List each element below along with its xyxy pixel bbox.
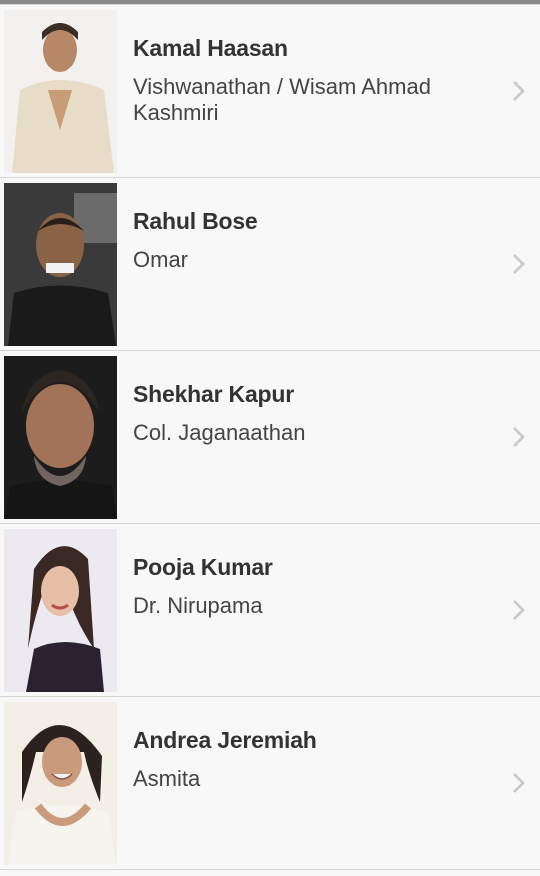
cast-list-item[interactable]: Kamal Haasan Vishwanathan / Wisam Ahmad … xyxy=(0,5,540,178)
cast-name: Rahul Bose xyxy=(133,208,258,234)
cast-role: Asmita xyxy=(133,766,201,791)
cast-list-item[interactable]: Pooja Kumar Dr. Nirupama xyxy=(0,524,540,697)
chevron-right-icon xyxy=(512,426,526,448)
cast-name: Pooja Kumar xyxy=(133,554,273,580)
cast-role: Col. Jaganaathan xyxy=(133,420,306,445)
actor-photo xyxy=(4,356,117,519)
cast-list-item[interactable]: Shekhar Kapur Col. Jaganaathan xyxy=(0,351,540,524)
cast-role: Dr. Nirupama xyxy=(133,593,263,618)
cast-list-item[interactable]: Rahul Bose Omar xyxy=(0,178,540,351)
chevron-right-icon xyxy=(512,253,526,275)
chevron-right-icon xyxy=(512,80,526,102)
actor-photo xyxy=(4,183,117,346)
actor-photo xyxy=(4,10,117,173)
cast-role: Vishwanathan / Wisam Ahmad Kashmiri xyxy=(133,74,431,125)
cast-name: Shekhar Kapur xyxy=(133,381,295,407)
cast-role: Omar xyxy=(133,247,188,272)
chevron-right-icon xyxy=(512,772,526,794)
chevron-right-icon xyxy=(512,599,526,621)
cast-list-item[interactable]: Andrea Jeremiah Asmita xyxy=(0,697,540,870)
cast-list: Kamal Haasan Vishwanathan / Wisam Ahmad … xyxy=(0,5,540,870)
actress-photo xyxy=(4,702,117,865)
cast-name: Kamal Haasan xyxy=(133,35,288,61)
cast-name: Andrea Jeremiah xyxy=(133,727,317,753)
actress-photo xyxy=(4,529,117,692)
